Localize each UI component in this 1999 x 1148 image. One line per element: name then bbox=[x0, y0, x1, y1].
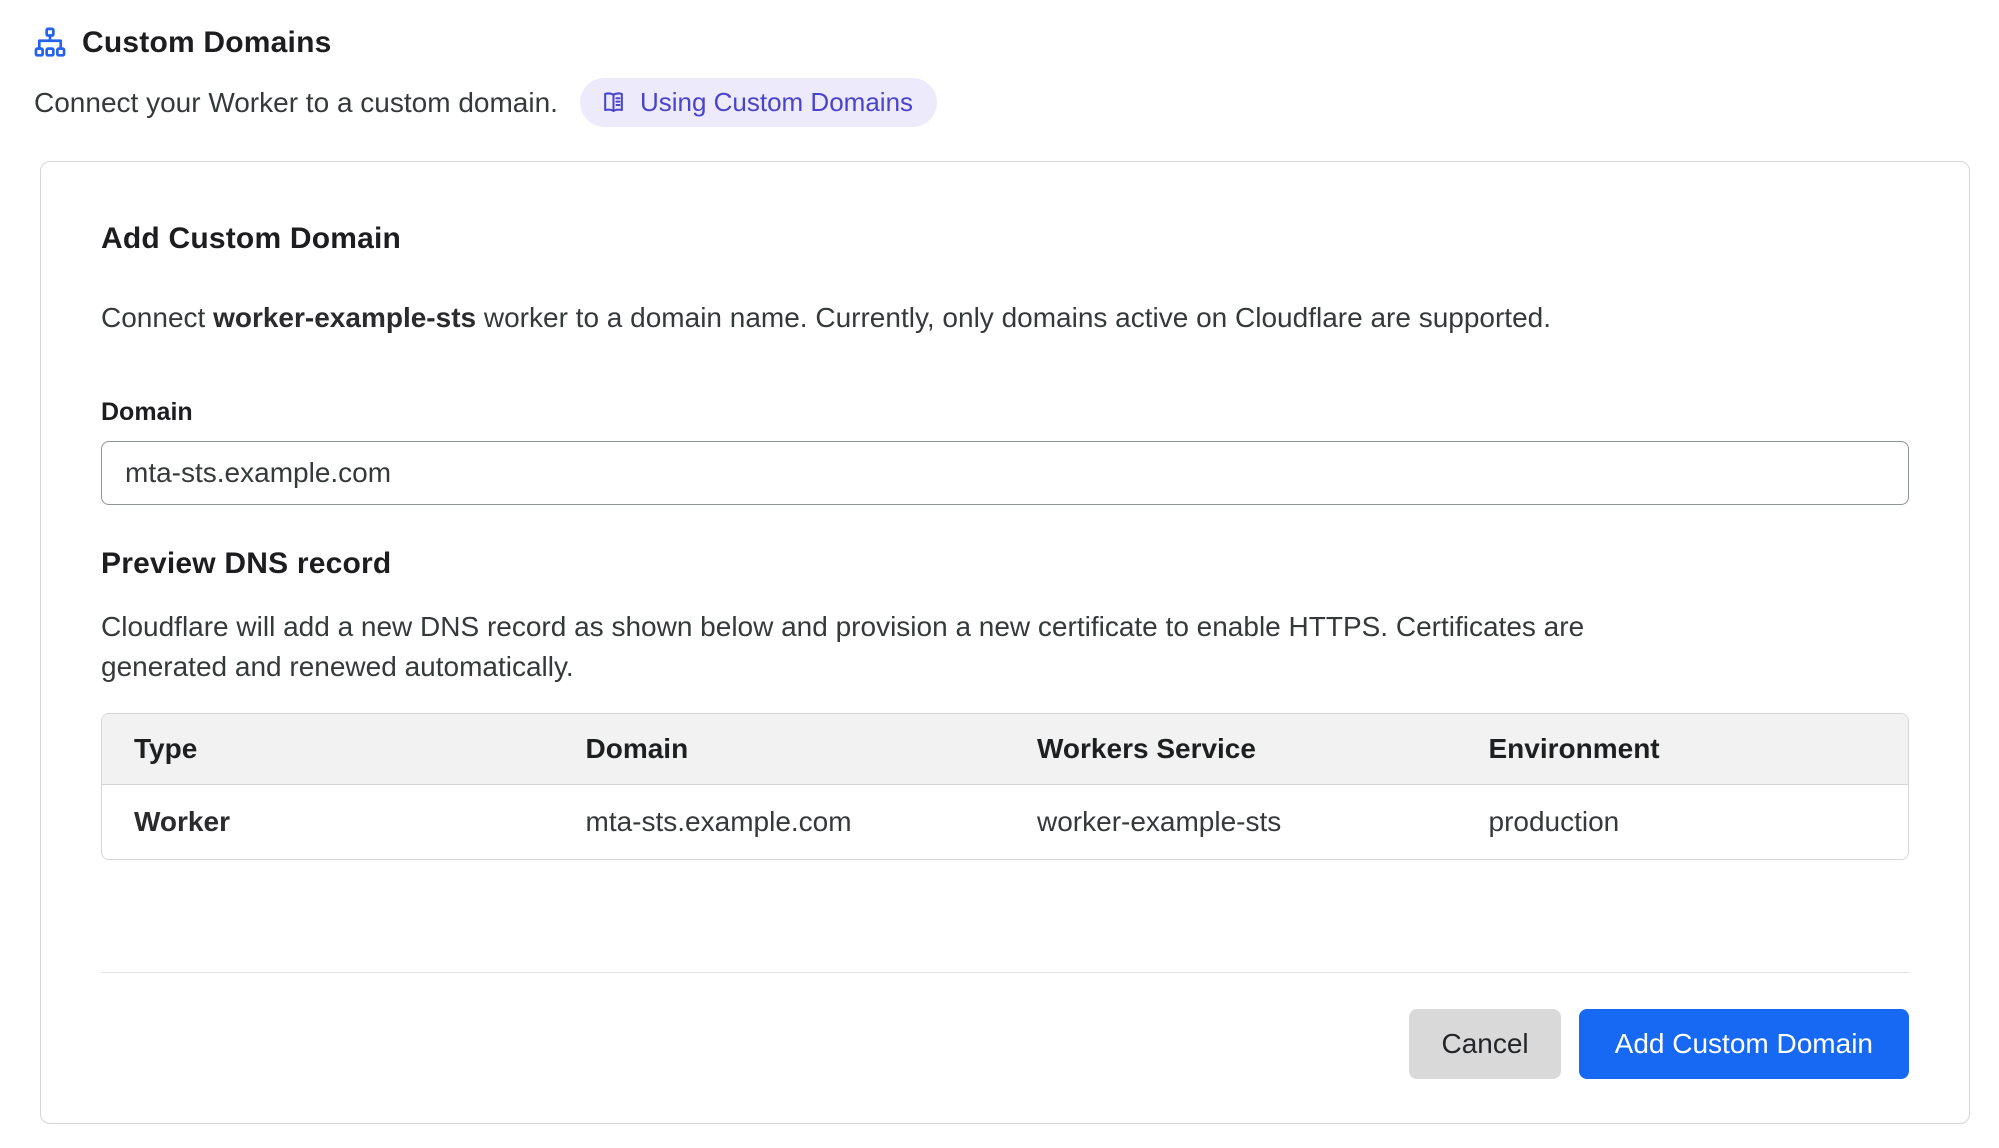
page-header: Custom Domains Connect your Worker to a … bbox=[0, 26, 1999, 127]
column-header-workers-service: Workers Service bbox=[1005, 714, 1457, 785]
docs-link-using-custom-domains[interactable]: Using Custom Domains bbox=[580, 78, 937, 127]
column-header-domain: Domain bbox=[554, 714, 1006, 785]
preview-dns-heading: Preview DNS record bbox=[101, 547, 1909, 581]
cell-environment: production bbox=[1457, 785, 1909, 860]
add-custom-domain-card: Add Custom Domain Connect worker-example… bbox=[40, 161, 1970, 1124]
subtitle-row: Connect your Worker to a custom domain. … bbox=[34, 78, 1999, 127]
domain-label: Domain bbox=[101, 398, 1909, 427]
table-row: Worker mta-sts.example.com worker-exampl… bbox=[102, 785, 1908, 860]
action-buttons: Cancel Add Custom Domain bbox=[101, 1009, 1909, 1079]
cell-domain: mta-sts.example.com bbox=[554, 785, 1006, 860]
sitemap-icon bbox=[34, 27, 66, 59]
table-header-row: Type Domain Workers Service Environment bbox=[102, 714, 1908, 785]
dns-preview-table: Type Domain Workers Service Environment … bbox=[101, 713, 1909, 860]
cell-workers-service: worker-example-sts bbox=[1005, 785, 1457, 860]
card-heading: Add Custom Domain bbox=[101, 222, 1909, 256]
add-custom-domain-button[interactable]: Add Custom Domain bbox=[1579, 1009, 1909, 1079]
page-subtitle: Connect your Worker to a custom domain. bbox=[34, 87, 558, 119]
column-header-environment: Environment bbox=[1457, 714, 1909, 785]
book-icon bbox=[600, 89, 627, 116]
domain-input[interactable] bbox=[101, 441, 1909, 505]
custom-domains-page: Custom Domains Connect your Worker to a … bbox=[0, 0, 1999, 1124]
cell-type: Worker bbox=[102, 785, 554, 860]
cancel-button[interactable]: Cancel bbox=[1409, 1009, 1560, 1079]
title-row: Custom Domains bbox=[34, 26, 1999, 60]
footer-divider bbox=[101, 972, 1909, 973]
card-intro-text: Connect worker-example-sts worker to a d… bbox=[101, 298, 1909, 338]
preview-dns-description: Cloudflare will add a new DNS record as … bbox=[101, 607, 1601, 687]
page-title: Custom Domains bbox=[82, 26, 332, 60]
intro-prefix: Connect bbox=[101, 302, 213, 333]
intro-suffix: worker to a domain name. Currently, only… bbox=[476, 302, 1551, 333]
worker-name: worker-example-sts bbox=[213, 302, 476, 333]
column-header-type: Type bbox=[102, 714, 554, 785]
docs-link-label: Using Custom Domains bbox=[640, 87, 913, 118]
